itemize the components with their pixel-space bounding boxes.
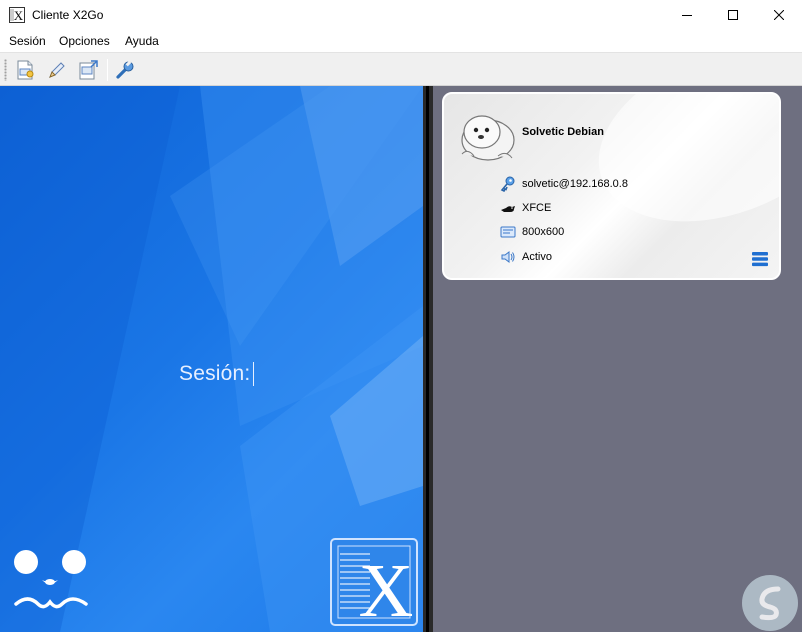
minimize-icon [682, 15, 692, 16]
settings-wrench-icon [116, 60, 134, 79]
title-bar: X Cliente X2Go [0, 0, 802, 30]
session-login-panel: Sesión: X [0, 86, 423, 632]
edit-session-icon [49, 62, 65, 78]
minimize-button[interactable] [664, 0, 710, 30]
menu-bar: Sesión Opciones Ayuda [0, 30, 802, 52]
session-user-row: solvetic@192.168.0.8 [500, 176, 628, 192]
session-resolution: 800x600 [522, 226, 565, 238]
session-name: Solvetic Debian [522, 126, 604, 138]
panel-splitter[interactable] [423, 86, 433, 632]
export-session-button[interactable] [76, 58, 100, 82]
x2go-logo-icon: X [330, 538, 418, 626]
session-user-host: solvetic@192.168.0.8 [522, 178, 628, 190]
session-resolution-row: 800x600 [500, 224, 564, 240]
xfce-mouse-icon [500, 200, 516, 216]
new-session-button[interactable] [13, 58, 37, 82]
session-list-panel: Solvetic Debian solvetic@192.168.0.8 XFC… [433, 86, 802, 632]
watermark-logo [742, 575, 798, 631]
session-menu-icon[interactable] [752, 251, 768, 267]
session-status-row: Activo [500, 249, 552, 265]
session-input[interactable] [253, 362, 254, 386]
toolbar-separator [107, 59, 108, 81]
session-desktop: XFCE [522, 202, 552, 214]
settings-button[interactable] [113, 58, 137, 82]
menu-opciones[interactable]: Opciones [59, 34, 110, 48]
session-desktop-row: XFCE [500, 200, 551, 216]
menu-sesion[interactable]: Sesión [9, 34, 46, 48]
x2go-app-icon: X [9, 7, 25, 23]
toolbar [0, 52, 802, 86]
session-status: Activo [522, 251, 552, 263]
edit-session-button[interactable] [44, 58, 68, 82]
svg-text:X: X [359, 549, 414, 626]
display-icon [500, 224, 516, 240]
svg-text:X: X [14, 8, 24, 23]
new-session-icon [17, 60, 34, 80]
card-highlight [574, 94, 779, 254]
toolbar-grip[interactable] [4, 59, 7, 81]
maximize-button[interactable] [710, 0, 756, 30]
export-session-icon [79, 60, 98, 80]
menu-ayuda[interactable]: Ayuda [125, 34, 159, 48]
key-icon [500, 176, 516, 192]
session-card[interactable]: Solvetic Debian solvetic@192.168.0.8 XFC… [442, 92, 781, 280]
watermark-icon [759, 586, 781, 621]
session-label: Sesión: [179, 362, 251, 385]
close-button[interactable] [756, 0, 802, 30]
speaker-icon [500, 249, 516, 265]
close-icon [774, 10, 784, 20]
seal-avatar-icon [461, 115, 515, 161]
maximize-icon [728, 10, 738, 20]
panda-face-icon [14, 550, 88, 609]
window-title: Cliente X2Go [32, 8, 104, 22]
